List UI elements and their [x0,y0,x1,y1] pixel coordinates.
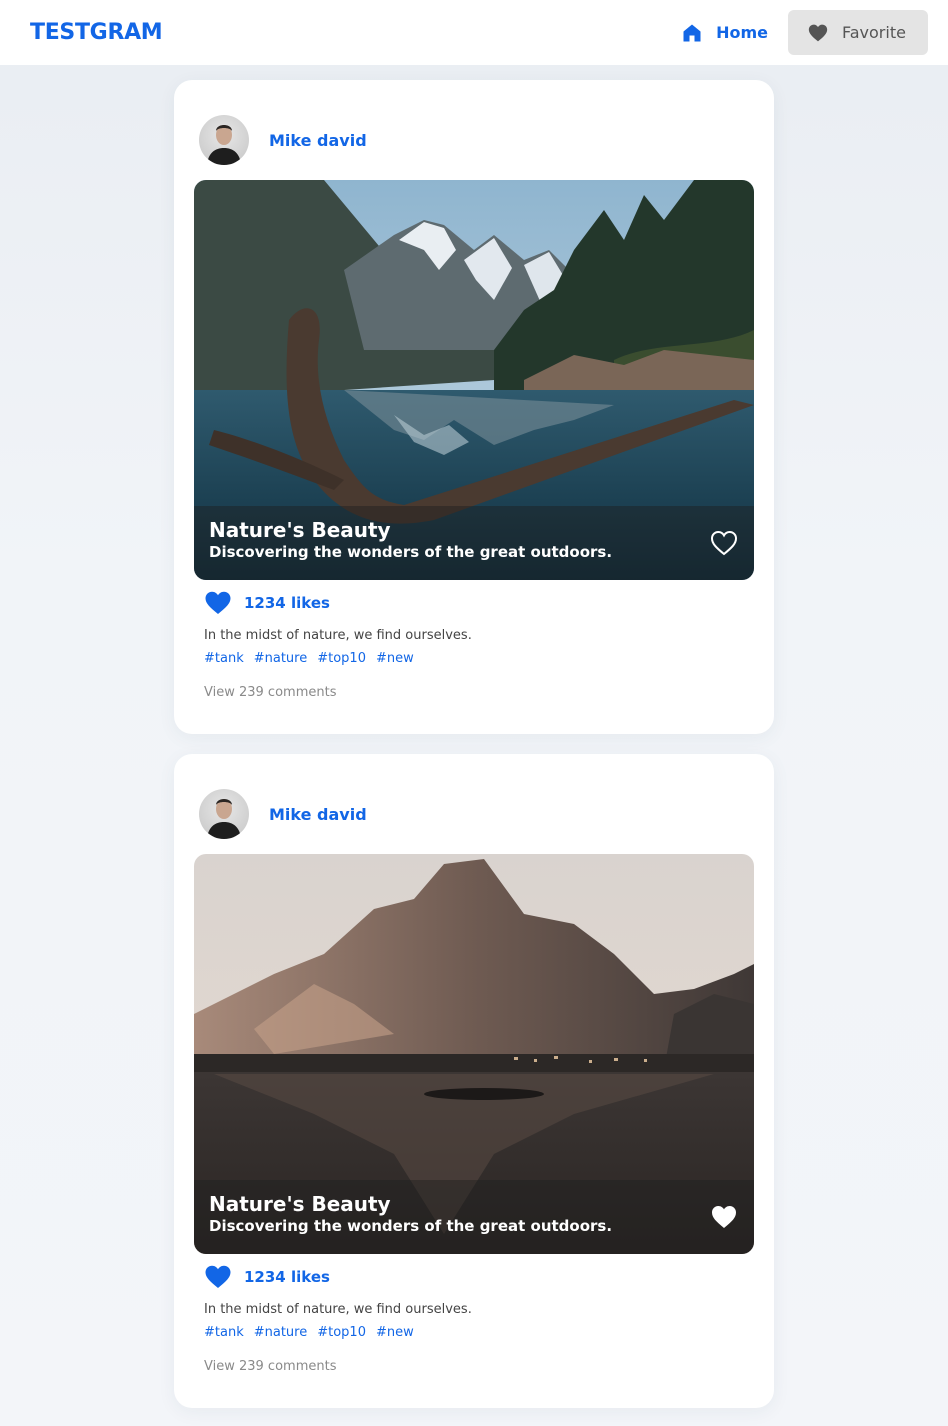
heart-icon [808,24,828,41]
post-card: Mike david Nature's Beauty Discovering t… [174,80,774,734]
post-author: Mike david [199,115,367,165]
view-comments-link[interactable]: View 239 comments [204,1359,336,1374]
avatar[interactable] [199,115,249,165]
author-name[interactable]: Mike david [269,131,367,150]
image-subtitle: Discovering the wonders of the great out… [209,543,613,561]
avatar-image [207,799,241,839]
post-image[interactable]: Nature's Beauty Discovering the wonders … [194,180,754,580]
like-heart-icon[interactable] [204,1264,232,1290]
like-heart-icon[interactable] [204,590,232,616]
author-name[interactable]: Mike david [269,805,367,824]
hashtag[interactable]: #nature [254,651,308,666]
post-image[interactable]: Nature's Beauty Discovering the wonders … [194,854,754,1254]
post-card: Mike david Nature's Beauty Discovering t… [174,754,774,1408]
avatar-image [207,125,241,165]
likes-count: 1234 likes [244,1268,330,1286]
main-nav: Home Favorite [662,10,928,55]
hashtag[interactable]: #tank [204,651,244,666]
hashtag[interactable]: #top10 [317,651,366,666]
brand-logo[interactable]: TESTGRAM [30,20,163,45]
image-caption: Nature's Beauty Discovering the wonders … [194,1180,754,1254]
post-description: In the midst of nature, we find ourselve… [204,1302,472,1317]
hashtag[interactable]: #nature [254,1325,308,1340]
hashtag[interactable]: #new [376,1325,414,1340]
post-tags: #tank #nature #top10 #new [204,651,414,666]
hashtag[interactable]: #new [376,651,414,666]
image-caption: Nature's Beauty Discovering the wonders … [194,506,754,580]
likes-row: 1234 likes [204,590,330,616]
image-subtitle: Discovering the wonders of the great out… [209,1217,613,1235]
view-comments-link[interactable]: View 239 comments [204,685,336,700]
avatar[interactable] [199,789,249,839]
favorite-heart-outline-icon[interactable] [710,530,738,556]
nav-favorite-label: Favorite [842,23,906,42]
top-navigation-bar: TESTGRAM Home Favorite [0,0,948,65]
image-title: Nature's Beauty [209,518,391,542]
hashtag[interactable]: #top10 [317,1325,366,1340]
home-icon [683,24,701,41]
nav-home-label: Home [716,23,768,42]
favorite-heart-filled-icon[interactable] [710,1204,738,1230]
likes-row: 1234 likes [204,1264,330,1290]
hashtag[interactable]: #tank [204,1325,244,1340]
likes-count: 1234 likes [244,594,330,612]
post-author: Mike david [199,789,367,839]
nav-favorite-button[interactable]: Favorite [788,10,928,55]
image-title: Nature's Beauty [209,1192,391,1216]
post-tags: #tank #nature #top10 #new [204,1325,414,1340]
post-description: In the midst of nature, we find ourselve… [204,628,472,643]
nav-home-button[interactable]: Home [662,10,788,55]
